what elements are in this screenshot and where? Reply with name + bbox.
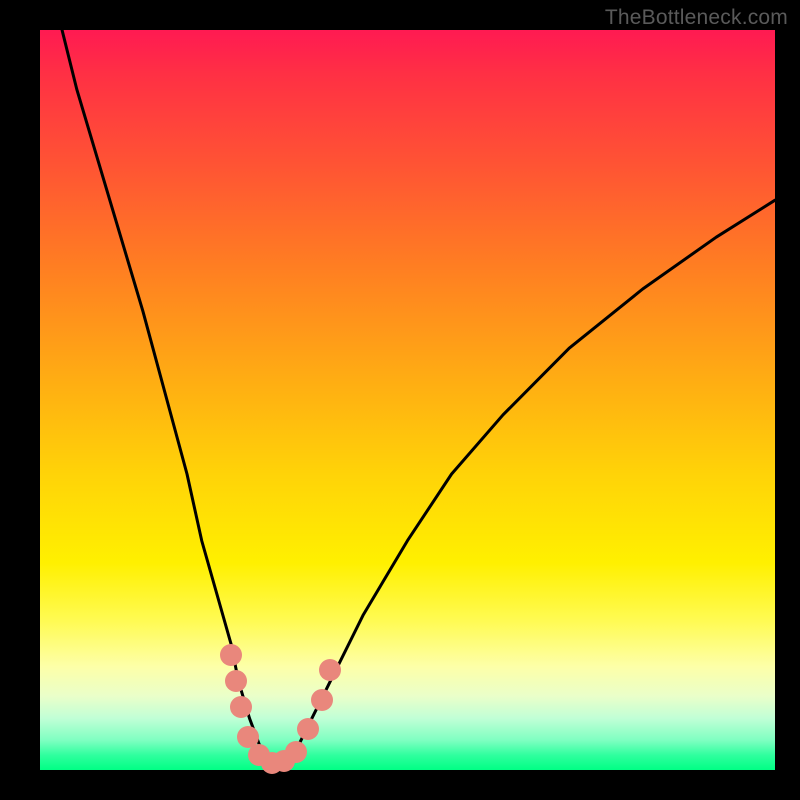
highlight-dot [311,689,333,711]
highlight-dot [297,718,319,740]
highlight-dot [285,741,307,763]
plot-area [40,30,775,770]
highlight-dot [230,696,252,718]
chart-stage: TheBottleneck.com [0,0,800,800]
highlight-dot [319,659,341,681]
highlight-dot [220,644,242,666]
highlight-dot [225,670,247,692]
marker-layer [40,30,775,770]
watermark-text: TheBottleneck.com [605,6,788,30]
